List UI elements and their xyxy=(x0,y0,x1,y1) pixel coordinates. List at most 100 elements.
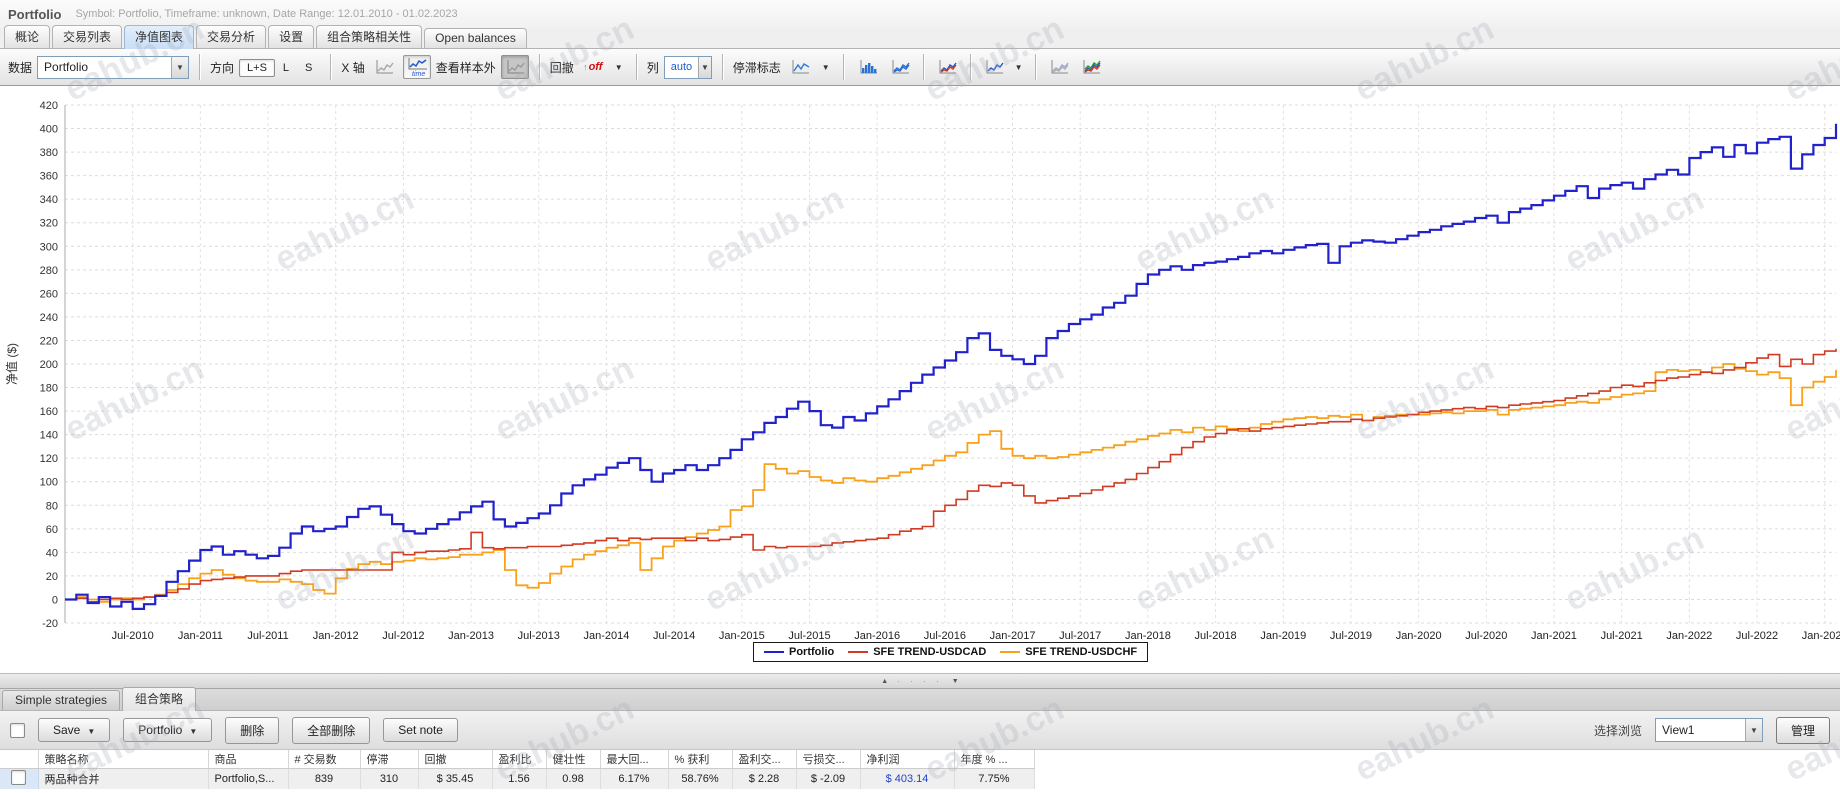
header-cell-回撤[interactable]: 回撤 xyxy=(418,750,493,769)
data-source-value: Portfolio xyxy=(44,60,89,74)
chevron-down-icon[interactable]: ▼ xyxy=(698,56,711,78)
xaxis-trades-icon[interactable] xyxy=(370,55,398,79)
legend-item-Portfolio: Portfolio xyxy=(764,646,834,658)
tab-交易分析[interactable]: 交易分析 xyxy=(196,25,267,48)
svg-text:-20: -20 xyxy=(42,618,58,630)
svg-text:Jul-2021: Jul-2021 xyxy=(1601,630,1643,642)
view-select-label: 选择浏览 xyxy=(1593,723,1642,738)
svg-text:Jul-2013: Jul-2013 xyxy=(518,630,560,642)
select-all-checkbox[interactable] xyxy=(10,722,25,738)
row-checkbox[interactable] xyxy=(11,770,27,785)
direction-label: 方向 xyxy=(210,60,235,75)
data-source-select[interactable]: Portfolio ▼ xyxy=(37,55,190,79)
header-cell-停滞[interactable]: 停滞 xyxy=(360,750,419,769)
strategy-table: 策略名称 商品 # 交易数 停滞 回撤 盈利比 健壮性 最大回...% 获利 盈利交... 亏损交… xyxy=(0,750,1035,789)
header-cell-亏损交...[interactable]: 亏损交... xyxy=(796,750,861,769)
view-select[interactable]: View1 ▼ xyxy=(1654,718,1763,742)
chevron-down-icon[interactable]: ▼ xyxy=(819,63,833,72)
bottom-tab-Simple strategies[interactable]: Simple strategies xyxy=(2,690,121,710)
chevron-down-icon[interactable]: ▼ xyxy=(612,63,626,72)
toolbar-separator xyxy=(538,54,540,80)
legend-item-SFE TREND-USDCAD: SFE TREND-USDCAD xyxy=(848,646,986,658)
header-cell-策略名称[interactable]: 策略名称 xyxy=(38,750,209,769)
set-note-button[interactable]: Set note xyxy=(383,718,458,742)
histogram-cum-icon[interactable] xyxy=(886,55,914,79)
direction-S-button[interactable]: S xyxy=(297,59,320,77)
table-header-row: 策略名称 商品 # 交易数 停滞 回撤 盈利比 健壮性 最大回...% 获利 盈利交... 亏损交… xyxy=(0,750,1035,769)
chevron-down-icon[interactable]: ▼ xyxy=(1744,719,1762,741)
header-cell-盈利交...[interactable]: 盈利交... xyxy=(732,750,797,769)
table-row[interactable]: 两品种合并 Portfolio,S... 839 310 $ 35.45 1.56 0.98… xyxy=(0,768,1035,789)
direction-L-button[interactable]: L xyxy=(275,59,297,77)
cell-年度 % ...: 7.75% xyxy=(954,768,1035,789)
cell-# 交易数: 839 xyxy=(288,768,361,789)
direction-button-group: L+S L S xyxy=(239,58,320,77)
header-cell-# 交易数[interactable]: # 交易数 xyxy=(288,750,361,769)
svg-text:Jul-2019: Jul-2019 xyxy=(1330,630,1372,642)
splitter-grip-icon[interactable]: ∙ ∙ ∙ ∙ xyxy=(897,676,943,686)
svg-text:240: 240 xyxy=(40,312,58,324)
cell-盈利交...: $ 2.28 xyxy=(732,768,797,789)
tab-概论[interactable]: 概论 xyxy=(4,25,51,48)
chevron-down-icon[interactable]: ▼ xyxy=(1012,63,1026,72)
page-subtitle: Symbol: Portfolio, Timeframe: unknown, D… xyxy=(75,8,458,20)
tab-设置[interactable]: 设置 xyxy=(268,25,315,48)
svg-text:100: 100 xyxy=(40,477,58,489)
delete-all-button[interactable]: 全部删除 xyxy=(292,716,371,744)
drawdown-off-toggle[interactable]: ↑ off xyxy=(579,55,607,79)
header-cell-健壮性[interactable]: 健壮性 xyxy=(546,750,601,769)
collapse-down-icon[interactable]: ▼ xyxy=(952,678,959,685)
tab-Open balances[interactable]: Open balances xyxy=(424,28,527,48)
histogram-icon[interactable] xyxy=(854,55,882,79)
svg-text:60: 60 xyxy=(46,524,58,536)
svg-text:Jan-2013: Jan-2013 xyxy=(448,630,494,642)
collapse-up-icon[interactable]: ▲ xyxy=(881,678,888,685)
svg-text:Jul-2017: Jul-2017 xyxy=(1059,630,1101,642)
equity-compare-icon[interactable] xyxy=(933,55,961,79)
svg-text:Jan-2011: Jan-2011 xyxy=(178,630,223,642)
bottom-tab-组合策略[interactable]: 组合策略 xyxy=(122,687,197,711)
header-cell-盈利比[interactable]: 盈利比 xyxy=(492,750,547,769)
toolbar-separator xyxy=(922,54,924,80)
delete-button[interactable]: 删除 xyxy=(225,716,280,744)
svg-text:Jan-2016: Jan-2016 xyxy=(854,630,900,642)
tab-净值图表[interactable]: 净值图表 xyxy=(124,25,195,49)
chevron-down-icon[interactable]: ▼ xyxy=(171,56,189,78)
svg-text:Jan-2017: Jan-2017 xyxy=(990,630,1036,642)
xaxis-time-icon[interactable]: time xyxy=(402,55,431,79)
svg-text:Jan-2014: Jan-2014 xyxy=(584,630,630,642)
header-cell-商品[interactable]: 商品 xyxy=(208,750,289,769)
portfolio-button[interactable]: Portfolio ▼ xyxy=(123,718,213,742)
stagnation-mark-icon[interactable] xyxy=(786,55,814,79)
toolbar-separator xyxy=(721,54,723,80)
drawdown-off-value: off xyxy=(588,61,603,73)
tab-交易列表[interactable]: 交易列表 xyxy=(52,25,123,48)
strategy-table-wrap: 策略名称 商品 # 交易数 停滞 回撤 盈利比 健壮性 最大回...% 获利 盈利交... 亏损交… xyxy=(0,750,1840,793)
header-cell-% 获利[interactable]: % 获利 xyxy=(668,750,733,769)
legend-swatch xyxy=(848,651,869,653)
legend-label: SFE TREND-USDCAD xyxy=(873,646,987,658)
tab-组合策略相关性[interactable]: 组合策略相关性 xyxy=(316,25,423,48)
bottom-tabstrip: Simple strategies 组合策略 xyxy=(0,687,1840,711)
equity-multi-icon[interactable] xyxy=(1077,55,1105,79)
header-cell-年度 % ...[interactable]: 年度 % ... xyxy=(954,750,1035,769)
header-cell-净利润[interactable]: 净利润 xyxy=(860,750,955,769)
drawdown-label: 回撤 xyxy=(549,60,574,75)
svg-text:200: 200 xyxy=(40,359,58,371)
direction-L+S-button[interactable]: L+S xyxy=(239,58,275,77)
equity-gray-icon[interactable] xyxy=(1045,55,1073,79)
row-checkbox-cell xyxy=(0,768,39,789)
svg-text:280: 280 xyxy=(40,265,58,277)
column-mode-select[interactable]: auto ▼ xyxy=(663,55,712,79)
manage-button[interactable]: 管理 xyxy=(1775,716,1830,744)
equity-line-icon[interactable] xyxy=(980,55,1008,79)
svg-text:Jul-2010: Jul-2010 xyxy=(112,630,154,642)
splitter-bar[interactable]: ▲ ∙ ∙ ∙ ∙ ▼ xyxy=(0,673,1840,689)
svg-text:Jan-2020: Jan-2020 xyxy=(1396,630,1442,642)
view-out-of-sample-icon[interactable] xyxy=(500,55,529,79)
cell-盈利比: 1.56 xyxy=(492,768,547,789)
toolbar-separator xyxy=(842,54,844,80)
save-button[interactable]: Save ▼ xyxy=(38,718,111,742)
header-cell-最大回...[interactable]: 最大回... xyxy=(600,750,669,769)
legend-swatch xyxy=(764,651,784,653)
